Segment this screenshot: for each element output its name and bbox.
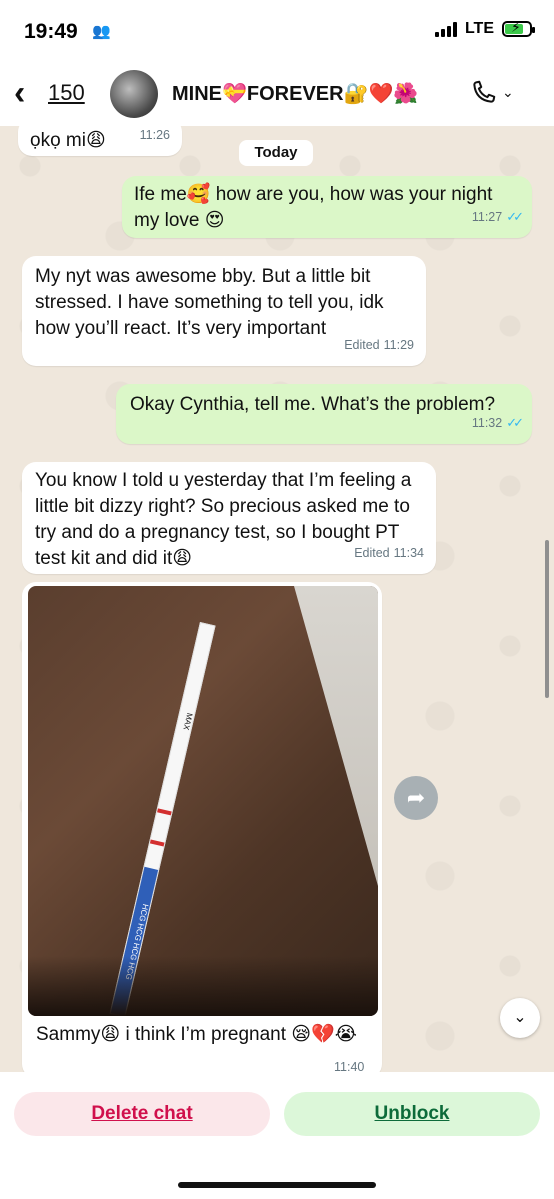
status-time: 19:49	[24, 20, 78, 43]
chevron-down-icon[interactable]: ⌄	[502, 84, 514, 101]
delete-chat-button[interactable]: Delete chat	[14, 1092, 270, 1136]
unblock-button[interactable]: Unblock	[284, 1092, 540, 1136]
message-time: 11:34	[393, 546, 424, 560]
avatar[interactable]	[110, 70, 158, 118]
test-line	[149, 839, 165, 847]
message-time: 11:27	[471, 210, 503, 224]
people-icon: 👥	[92, 23, 111, 40]
day-separator: Today	[239, 140, 313, 166]
scrollbar[interactable]	[545, 540, 549, 698]
signal-icon	[434, 21, 457, 37]
edited-label: Edited	[344, 338, 380, 352]
message-bubble[interactable]: You know I told u yesterday that I’m fee…	[22, 462, 436, 574]
read-ticks-icon: ✓✓	[506, 209, 524, 224]
footer-actions: Delete chat Unblock	[0, 1072, 554, 1199]
battery-charging-icon: ⚡	[502, 19, 535, 37]
message-bubble[interactable]: My nyt was awesome bby. But a little bit…	[22, 256, 426, 366]
phone-icon[interactable]	[468, 76, 498, 110]
message-text: ọkọ mi😩	[30, 130, 106, 151]
read-ticks-icon: ✓✓	[506, 415, 524, 430]
status-icons: LTE ⚡	[434, 19, 535, 38]
edited-label: Edited	[354, 546, 390, 560]
strip-max-label: MAX	[181, 712, 195, 731]
image-caption: Sammy😩 i think I’m pregnant 😪💔😭	[36, 1024, 357, 1045]
message-time: 11:32	[471, 416, 503, 430]
network-label: LTE	[464, 20, 494, 37]
message-bubble[interactable]: Okay Cynthia, tell me. What’s the proble…	[116, 384, 532, 444]
status-bar: 19:49 👥 LTE ⚡	[0, 0, 554, 62]
control-line	[157, 808, 172, 816]
message-text: My nyt was awesome bby. But a little bit…	[35, 266, 384, 339]
scroll-down-chevron-icon[interactable]: ⌄	[500, 998, 540, 1038]
message-bubble[interactable]: Ife me🥰 how are you, how was your night …	[122, 176, 532, 238]
message-time: 11:29	[383, 338, 414, 352]
contact-name[interactable]: MINE💝FOREVER🔐❤️🌺	[172, 81, 418, 106]
chat-header: ‹ 150 MINE💝FOREVER🔐❤️🌺 ⌄	[0, 62, 554, 127]
forward-icon[interactable]: ➦	[394, 776, 438, 820]
home-indicator[interactable]	[178, 1182, 376, 1188]
photo-background-wall	[294, 586, 378, 886]
back-unread-count[interactable]: 150	[48, 80, 85, 106]
message-bubble[interactable]: ọkọ mi😩 11:26	[18, 126, 182, 156]
message-text: Okay Cynthia, tell me. What’s the proble…	[130, 394, 496, 415]
back-chevron-icon[interactable]: ‹	[14, 76, 25, 110]
photo-shadow	[28, 956, 378, 1016]
pregnancy-test-photo[interactable]: MAX HCG HCG HCG HCG	[28, 586, 378, 1016]
message-time: 11:26	[139, 128, 170, 142]
message-text: Ife me🥰 how are you, how was your night …	[134, 184, 493, 231]
